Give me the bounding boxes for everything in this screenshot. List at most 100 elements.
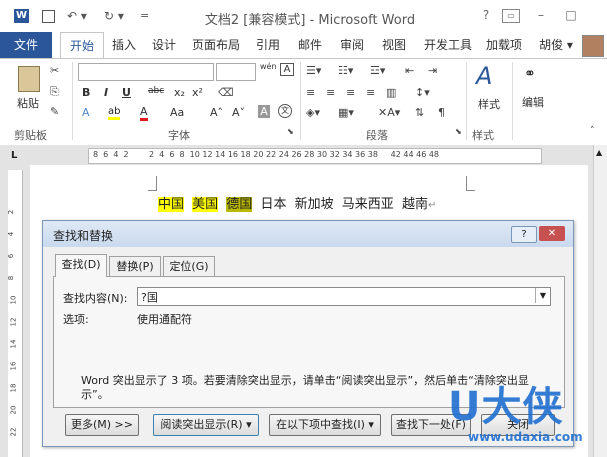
user-account[interactable]: 胡俊 ▾ [534, 32, 578, 58]
strikethrough-button[interactable]: abc [148, 86, 164, 96]
paste-icon[interactable] [18, 66, 40, 92]
numbering-icon[interactable]: ☷▾ [338, 64, 353, 77]
phonetic-guide-button[interactable]: wén [260, 62, 277, 71]
paragraph-dialog-launcher-icon[interactable]: ⬊ [455, 127, 462, 136]
tab-find[interactable]: 查找(D) [55, 254, 107, 277]
window-title: 文档2 [兼容模式] - Microsoft Word [204, 13, 416, 28]
shading-icon[interactable]: ◈▾ [306, 106, 320, 119]
find-binoculars-icon[interactable]: ⚭ [524, 66, 536, 82]
cut-icon[interactable]: ✂ [50, 64, 59, 77]
horizontal-ruler[interactable]: 8 6 4 2 2 4 6 8 10 12 14 16 18 20 22 24 … [88, 148, 542, 164]
borders-icon[interactable]: ▦▾ [338, 106, 354, 119]
styles-group-label: 样式 [472, 129, 494, 142]
superscript-button[interactable]: x² [192, 86, 203, 99]
character-shading-button[interactable]: A [258, 105, 270, 118]
document-text-line[interactable]: 中国 美国 德国 日本 新加坡 马来西亚 越南↵ [158, 193, 436, 212]
tab-design[interactable]: 设计 [148, 32, 180, 58]
grow-font-button[interactable]: A˄ [210, 106, 223, 119]
help-button[interactable]: ? [475, 6, 497, 24]
ribbon-display-options-icon[interactable]: ▭ [502, 9, 520, 23]
more-button[interactable]: 更多(M) >> [65, 414, 139, 436]
enclose-characters-button[interactable]: 文 [278, 104, 292, 118]
dialog-title-bar[interactable] [43, 221, 573, 247]
restore-button[interactable]: □ [560, 6, 582, 24]
distributed-icon[interactable]: ▥ [386, 86, 396, 99]
sort-icon[interactable]: ⇅ [415, 106, 424, 119]
tab-home[interactable]: 开始 [60, 32, 104, 59]
vruler-mark: 6 [8, 253, 16, 259]
tab-selector-icon[interactable]: L [11, 150, 17, 161]
font-color-button[interactable]: A [140, 105, 148, 121]
format-painter-icon[interactable]: ✎ [50, 105, 59, 118]
minimize-button[interactable]: – [530, 6, 552, 24]
watermark-url: www.udaxia.com [468, 430, 583, 444]
watermark-logo: U大侠 www.udaxia.com [440, 372, 607, 457]
reading-highlight-button[interactable]: 阅读突出显示(R) ▾ [153, 414, 259, 436]
align-right-icon[interactable]: ≡ [346, 86, 355, 99]
tab-references[interactable]: 引用 [252, 32, 284, 58]
undo-button[interactable]: ↶ ▾ [67, 9, 87, 23]
line-spacing-icon[interactable]: ↕▾ [415, 86, 430, 99]
collapse-ribbon-icon[interactable]: ˄ [590, 126, 595, 136]
decrease-indent-icon[interactable]: ⇤ [405, 64, 414, 77]
margin-corner-left [148, 176, 157, 191]
multilevel-list-icon[interactable]: ☲▾ [370, 64, 385, 77]
find-dropdown-button[interactable]: ▼ [535, 288, 550, 303]
tab-review[interactable]: 审阅 [336, 32, 368, 58]
font-name-combo[interactable] [78, 63, 214, 81]
copy-icon[interactable]: ⎘ [50, 85, 59, 99]
tab-view[interactable]: 视图 [378, 32, 410, 58]
find-what-input[interactable]: ?国 [137, 287, 551, 306]
clipboard-group-label: 剪贴板 [14, 129, 47, 142]
vruler-mark: 10 [9, 295, 18, 305]
dialog-close-button[interactable]: ✕ [539, 226, 565, 241]
bold-button[interactable]: B [82, 86, 90, 99]
tab-mailings[interactable]: 邮件 [294, 32, 326, 58]
tab-insert[interactable]: 插入 [108, 32, 140, 58]
vruler-mark: 16 [9, 361, 18, 371]
tab-replace[interactable]: 替换(P) [109, 256, 161, 277]
text-effects-button[interactable]: A [82, 106, 90, 119]
chinese-layout-icon[interactable]: ✕A▾ [378, 106, 400, 119]
underline-button[interactable]: U [122, 86, 131, 99]
vertical-ruler[interactable]: 2 4 6 8 10 12 14 16 18 20 22 [8, 170, 23, 457]
word-japan: 日本 [260, 197, 287, 212]
align-center-icon[interactable]: ≡ [326, 86, 335, 99]
font-size-combo[interactable] [216, 63, 256, 81]
change-case-button[interactable]: Aa [170, 106, 184, 119]
options-label: 选项: [63, 313, 89, 326]
word-vietnam: 越南 [401, 197, 428, 212]
bullets-icon[interactable]: ☰▾ [306, 64, 321, 77]
styles-icon[interactable]: A [476, 62, 492, 90]
increase-indent-icon[interactable]: ⇥ [428, 64, 437, 77]
word-usa: 美国 [192, 197, 219, 212]
vruler-mark: 2 [8, 209, 16, 215]
avatar[interactable] [582, 35, 604, 57]
tab-developer[interactable]: 开发工具 [420, 32, 476, 58]
redo-button[interactable]: ↻ ▾ [104, 9, 124, 23]
paste-button[interactable]: 粘贴 [17, 95, 39, 111]
tab-goto[interactable]: 定位(G) [163, 256, 215, 277]
italic-button[interactable]: I [104, 86, 108, 99]
dialog-help-button[interactable]: ? [511, 226, 537, 243]
justify-icon[interactable]: ≡ [366, 86, 375, 99]
tab-page-layout[interactable]: 页面布局 [188, 32, 244, 58]
shrink-font-button[interactable]: A˅ [232, 106, 245, 119]
show-marks-icon[interactable]: ¶ [438, 106, 445, 119]
find-in-button[interactable]: 在以下项中查找(I) ▾ [269, 414, 381, 436]
group-separator [466, 62, 467, 140]
vruler-mark: 14 [9, 339, 18, 349]
character-border-button[interactable]: A [280, 63, 294, 76]
tab-file[interactable]: 文件 [0, 32, 52, 58]
subscript-button[interactable]: x₂ [174, 86, 185, 99]
customize-qat-icon[interactable]: = [140, 9, 149, 22]
align-left-icon[interactable]: ≡ [306, 86, 315, 99]
clear-formatting-icon[interactable]: ⌫ [218, 86, 234, 99]
font-dialog-launcher-icon[interactable]: ⬊ [287, 127, 294, 136]
tab-addins[interactable]: 加载项 [482, 32, 526, 58]
styles-button[interactable]: 样式 [478, 96, 500, 112]
save-icon[interactable] [42, 10, 55, 23]
editing-button[interactable]: 编辑 [522, 94, 544, 110]
scroll-up-icon[interactable]: ▲ [596, 148, 602, 157]
highlight-color-icon[interactable]: ab [108, 106, 121, 120]
